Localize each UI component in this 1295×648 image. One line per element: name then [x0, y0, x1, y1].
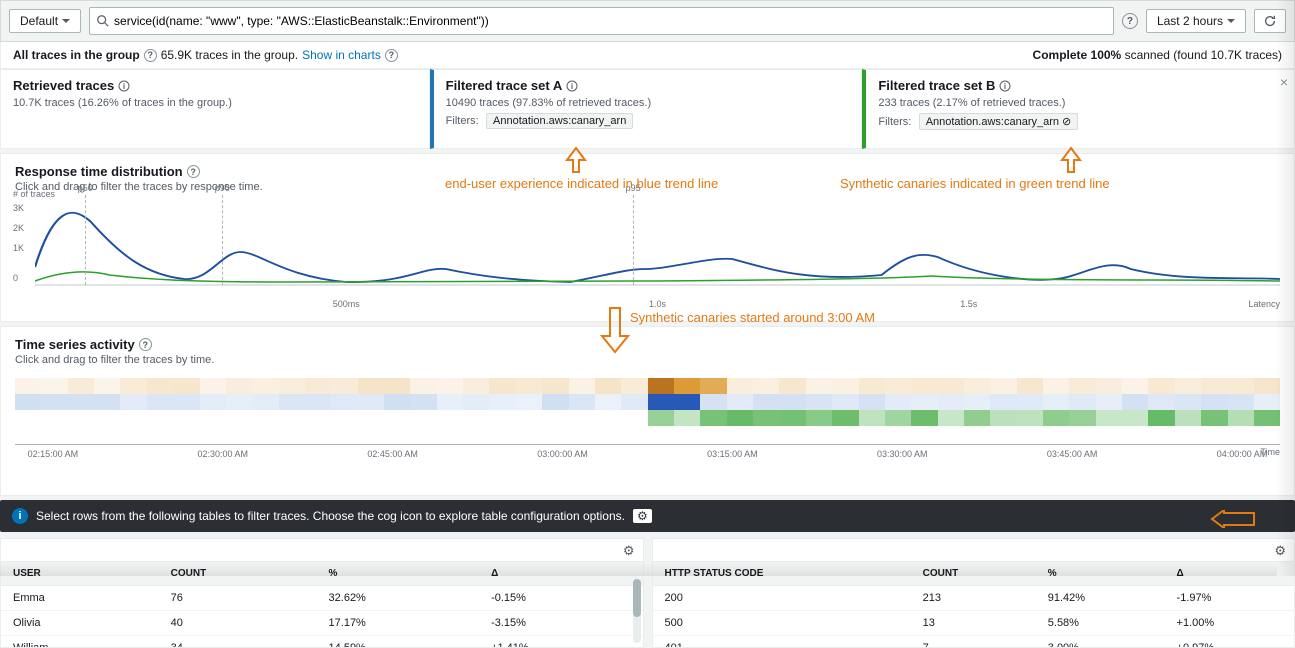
filters-row: Filters: Annotation.aws:canary_arn: [446, 113, 850, 129]
top-toolbar: Default ? Last 2 hours: [0, 0, 1295, 42]
show-in-charts-link[interactable]: Show in charts: [302, 48, 381, 62]
help-icon[interactable]: ?: [385, 49, 398, 62]
time-range-dropdown[interactable]: Last 2 hours: [1146, 9, 1246, 33]
card-hint: Click and drag to filter the traces by t…: [15, 354, 1280, 366]
svg-text:i: i: [123, 82, 125, 91]
scrollbar[interactable]: [633, 579, 641, 643]
heatmap-row-orange: [15, 378, 1280, 394]
svg-text:i: i: [571, 82, 573, 91]
user-table-card: ⚙ USER COUNT % Δ Emma7632.62%-0.15%Olivi…: [0, 538, 644, 648]
col-count[interactable]: COUNT: [911, 562, 1036, 586]
gear-icon[interactable]: ⚙: [623, 543, 635, 559]
svg-text:i: i: [1004, 82, 1006, 91]
card-title: Response time distribution: [15, 164, 183, 179]
panel-title: Filtered trace set B: [878, 78, 995, 93]
query-input-wrapper[interactable]: [89, 7, 1114, 35]
group-count: 65.9K traces in the group.: [161, 48, 298, 62]
table-row[interactable]: 20021391.42%-1.97%: [653, 586, 1295, 611]
table-row[interactable]: Olivia4017.17%-3.15%: [1, 611, 643, 636]
http-table-card: ⚙ HTTP STATUS CODE COUNT % Δ 20021391.42…: [652, 538, 1295, 648]
panel-subtitle: 10.7K traces (16.26% of traces in the gr…: [13, 97, 417, 109]
col-delta[interactable]: Δ: [1165, 562, 1294, 586]
scan-status: Complete 100% scanned (found 10.7K trace…: [1033, 48, 1282, 62]
card-hint: Click and drag to filter the traces by r…: [15, 181, 1280, 193]
col-pct[interactable]: %: [1036, 562, 1165, 586]
filtered-set-b-panel: × Filtered trace set B i 233 traces (2.1…: [862, 69, 1295, 149]
refresh-icon: [1263, 14, 1277, 28]
group-title: All traces in the group: [13, 48, 140, 62]
panel-subtitle: 233 traces (2.17% of retrieved traces.): [878, 97, 1282, 109]
time-axis: 02:15:00 AM02:30:00 AM02:45:00 AM03:00:0…: [15, 444, 1280, 455]
info-text: Select rows from the following tables to…: [36, 509, 625, 523]
info-banner: i Select rows from the following tables …: [0, 500, 1295, 532]
gear-icon[interactable]: ⚙: [1274, 543, 1286, 559]
heatmap-row-green: [15, 410, 1280, 426]
filters-row: Filters: Annotation.aws:canary_arn ⊘: [878, 113, 1282, 130]
time-series-heatmap[interactable]: 02:15:00 AM02:30:00 AM02:45:00 AM03:00:0…: [15, 378, 1280, 455]
response-time-card: Response time distribution ? Click and d…: [0, 153, 1295, 322]
retrieved-traces-panel: Retrieved traces i 10.7K traces (16.26% …: [0, 69, 430, 149]
filter-chip[interactable]: Annotation.aws:canary_arn ⊘: [919, 113, 1079, 130]
time-series-card: Time series activity ? Click and drag to…: [0, 326, 1295, 496]
filtered-set-a-panel: Filtered trace set A i 10490 traces (97.…: [430, 69, 863, 149]
close-icon[interactable]: ×: [1280, 74, 1288, 90]
table-row[interactable]: 40173.00%+0.97%: [653, 636, 1295, 648]
info-icon[interactable]: i: [999, 80, 1011, 92]
col-status[interactable]: HTTP STATUS CODE: [653, 562, 911, 586]
table-row[interactable]: 500135.58%+1.00%: [653, 611, 1295, 636]
group-dropdown[interactable]: Default: [9, 9, 81, 33]
user-table: USER COUNT % Δ Emma7632.62%-0.15%Olivia4…: [1, 561, 643, 648]
refresh-button[interactable]: [1254, 9, 1286, 33]
card-title: Time series activity: [15, 337, 135, 352]
panel-title: Retrieved traces: [13, 78, 114, 93]
help-icon[interactable]: ?: [144, 49, 157, 62]
group-summary-bar: All traces in the group ? 65.9K traces i…: [0, 42, 1295, 69]
help-icon[interactable]: ?: [187, 165, 200, 178]
panel-title: Filtered trace set A: [446, 78, 563, 93]
group-dropdown-label: Default: [20, 14, 58, 28]
col-count[interactable]: COUNT: [159, 562, 317, 586]
table-row[interactable]: William3414.59%+1.41%: [1, 636, 643, 648]
info-icon[interactable]: i: [566, 80, 578, 92]
panel-subtitle: 10490 traces (97.83% of retrieved traces…: [446, 97, 850, 109]
search-icon: [96, 14, 110, 28]
info-icon[interactable]: i: [118, 80, 130, 92]
info-icon: i: [12, 508, 28, 524]
table-row[interactable]: Emma7632.62%-0.15%: [1, 586, 643, 611]
help-icon[interactable]: ?: [139, 338, 152, 351]
col-delta[interactable]: Δ: [479, 562, 642, 586]
time-range-label: Last 2 hours: [1157, 14, 1223, 28]
col-pct[interactable]: %: [317, 562, 480, 586]
response-time-chart[interactable]: # of traces 3K 2K 1K 0 p50 p90 p95 500ms…: [35, 197, 1280, 297]
query-input[interactable]: [110, 10, 1107, 32]
chevron-down-icon: [1227, 19, 1235, 27]
http-table: HTTP STATUS CODE COUNT % Δ 20021391.42%-…: [653, 561, 1295, 648]
heatmap-row-blue: [15, 394, 1280, 410]
chevron-down-icon: [62, 19, 70, 27]
filter-chip[interactable]: Annotation.aws:canary_arn: [486, 113, 633, 129]
gear-icon: ⚙: [633, 509, 652, 523]
tables-row: ⚙ USER COUNT % Δ Emma7632.62%-0.15%Olivi…: [0, 538, 1295, 648]
help-icon[interactable]: ?: [1122, 13, 1138, 29]
col-user[interactable]: USER: [1, 562, 159, 586]
trace-set-panels: Retrieved traces i 10.7K traces (16.26% …: [0, 69, 1295, 149]
